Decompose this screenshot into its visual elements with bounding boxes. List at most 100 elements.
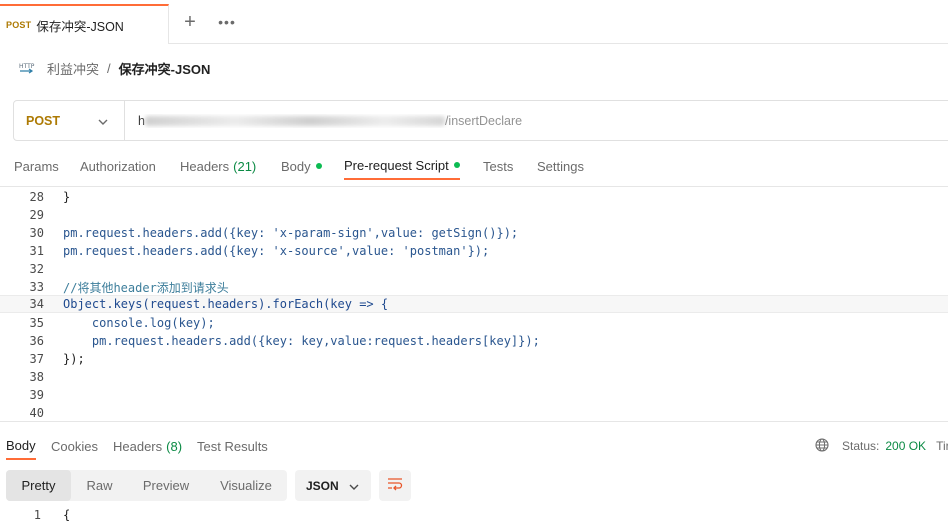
code-text: } bbox=[63, 190, 71, 204]
line-number: 30 bbox=[29, 226, 44, 240]
wrap-lines-button[interactable] bbox=[379, 470, 411, 501]
response-body[interactable]: 1{ bbox=[0, 506, 948, 529]
url-bar: POST h/insertDeclare bbox=[13, 100, 948, 141]
tab-bar: POST 保存冲突-JSON + ••• bbox=[0, 0, 948, 44]
tab-label: Authorization bbox=[80, 158, 156, 174]
chevron-down-icon bbox=[349, 479, 359, 493]
tab-label: Headers bbox=[113, 438, 163, 454]
code-text: Object.keys(request.headers).forEach(key… bbox=[63, 297, 389, 311]
new-tab-button[interactable]: + bbox=[180, 12, 200, 32]
tab-label: Headers bbox=[180, 158, 230, 174]
code-line: 30 pm.request.headers.add({key: 'x-param-… bbox=[0, 224, 948, 242]
tab-label: Tests bbox=[483, 158, 514, 174]
code-text: console.log(key); bbox=[63, 316, 215, 330]
code-line: 31 pm.request.headers.add({key: 'x-source… bbox=[0, 242, 948, 260]
format-select[interactable]: JSON bbox=[295, 470, 371, 501]
code-line: 38 bbox=[0, 368, 948, 386]
status-value[interactable]: 200 OK bbox=[885, 439, 926, 453]
tab-label: Params bbox=[14, 158, 59, 174]
view-preview-button[interactable]: Preview bbox=[130, 470, 202, 501]
method-label: POST bbox=[26, 113, 61, 128]
response-status: Status: 200 OK Tir bbox=[815, 437, 948, 455]
response-headers-count: (8) bbox=[166, 438, 183, 454]
tab-label: Settings bbox=[537, 158, 584, 174]
tab-label: Cookies bbox=[51, 438, 98, 454]
url-text-start: h bbox=[138, 113, 145, 128]
url-input[interactable]: h/insertDeclare bbox=[125, 114, 948, 128]
line-number: 38 bbox=[29, 370, 44, 384]
body-indicator-dot bbox=[315, 163, 322, 169]
view-pretty-button[interactable]: Pretty bbox=[6, 470, 71, 501]
line-number: 29 bbox=[29, 208, 44, 222]
chevron-down-icon bbox=[98, 113, 108, 128]
line-number: 32 bbox=[29, 262, 44, 276]
code-line-active: 34 Object.keys(request.headers).forEach(k… bbox=[0, 295, 948, 313]
code-text: pm.request.headers.add({key: 'x-source',… bbox=[63, 244, 490, 258]
tab-label: Body bbox=[6, 437, 36, 453]
line-number: 33 bbox=[29, 280, 44, 294]
response-tab-headers[interactable]: Headers (8) bbox=[113, 432, 182, 460]
code-line: 36 pm.request.headers.add({key: key,valu… bbox=[0, 332, 948, 350]
method-select[interactable]: POST bbox=[14, 101, 125, 140]
http-request-icon: HTTP bbox=[18, 59, 36, 77]
more-tabs-button[interactable]: ••• bbox=[217, 12, 237, 32]
wrap-lines-icon bbox=[387, 477, 403, 494]
breadcrumb-separator: / bbox=[107, 60, 111, 76]
url-text-end: /insertDeclare bbox=[444, 113, 523, 128]
tab-headers[interactable]: Headers (21) bbox=[180, 152, 256, 180]
tab-authorization[interactable]: Authorization bbox=[80, 152, 156, 180]
line-number: 40 bbox=[29, 406, 44, 420]
code-line: 28} bbox=[0, 188, 948, 206]
tab-pre-request-script[interactable]: Pre-request Script bbox=[344, 152, 460, 180]
breadcrumb-collection[interactable]: 利益冲突 bbox=[47, 59, 99, 78]
svg-text:HTTP: HTTP bbox=[19, 63, 35, 70]
tab-params[interactable]: Params bbox=[14, 152, 59, 180]
view-raw-button[interactable]: Raw bbox=[72, 470, 127, 501]
view-mode-group: Pretty Raw Preview Visualize bbox=[6, 470, 287, 501]
tab-body[interactable]: Body bbox=[281, 152, 322, 180]
code-text: { bbox=[63, 508, 71, 522]
response-tab-body[interactable]: Body bbox=[6, 432, 36, 460]
line-number: 1 bbox=[33, 508, 41, 522]
script-editor[interactable]: 28} 29 30 pm.request.headers.add({key: 'x… bbox=[0, 186, 948, 422]
code-line: 39 bbox=[0, 386, 948, 404]
code-line: 32 bbox=[0, 260, 948, 278]
line-number: 34 bbox=[29, 297, 44, 311]
script-indicator-dot bbox=[453, 162, 460, 168]
tab-settings[interactable]: Settings bbox=[537, 152, 584, 180]
response-tab-test-results[interactable]: Test Results bbox=[197, 432, 268, 460]
tab-title: 保存冲突-JSON bbox=[36, 19, 124, 34]
globe-icon[interactable] bbox=[815, 437, 829, 455]
code-text: pm.request.headers.add({key: key,value:r… bbox=[63, 334, 540, 348]
response-tab-cookies[interactable]: Cookies bbox=[51, 432, 98, 460]
tab-label: Test Results bbox=[197, 438, 268, 454]
tab-tests[interactable]: Tests bbox=[483, 152, 513, 180]
status-label: Status: bbox=[842, 439, 880, 453]
tab-label: Body bbox=[281, 158, 311, 174]
code-line: 40 bbox=[0, 404, 948, 422]
line-number: 37 bbox=[29, 352, 44, 366]
time-label: Tir bbox=[936, 439, 948, 453]
code-line: 37}); bbox=[0, 350, 948, 368]
code-text: }); bbox=[63, 352, 85, 366]
code-comment: //将其他header添加到请求头 bbox=[63, 280, 229, 295]
view-visualize-button[interactable]: Visualize bbox=[206, 470, 286, 501]
format-label: JSON bbox=[306, 478, 339, 493]
code-line: 35 console.log(key); bbox=[0, 314, 948, 332]
line-number: 28 bbox=[29, 190, 44, 204]
breadcrumb: HTTP 利益冲突 / 保存冲突-JSON bbox=[18, 57, 210, 79]
code-line: 29 bbox=[0, 206, 948, 224]
line-number: 35 bbox=[29, 316, 44, 330]
code-text: pm.request.headers.add({key: 'x-param-si… bbox=[63, 226, 519, 240]
code-line: 33 //将其他header添加到请求头 bbox=[0, 278, 948, 296]
tab-method: POST bbox=[6, 20, 32, 30]
url-redacted bbox=[144, 116, 445, 127]
request-tab[interactable]: POST 保存冲突-JSON bbox=[0, 4, 169, 44]
response-line: 1{ bbox=[0, 506, 948, 524]
line-number: 39 bbox=[29, 388, 44, 402]
tab-label: Pre-request Script bbox=[344, 157, 449, 173]
line-number: 31 bbox=[29, 244, 44, 258]
breadcrumb-request-name[interactable]: 保存冲突-JSON bbox=[119, 59, 211, 78]
headers-count: (21) bbox=[233, 158, 257, 174]
line-number: 36 bbox=[29, 334, 44, 348]
